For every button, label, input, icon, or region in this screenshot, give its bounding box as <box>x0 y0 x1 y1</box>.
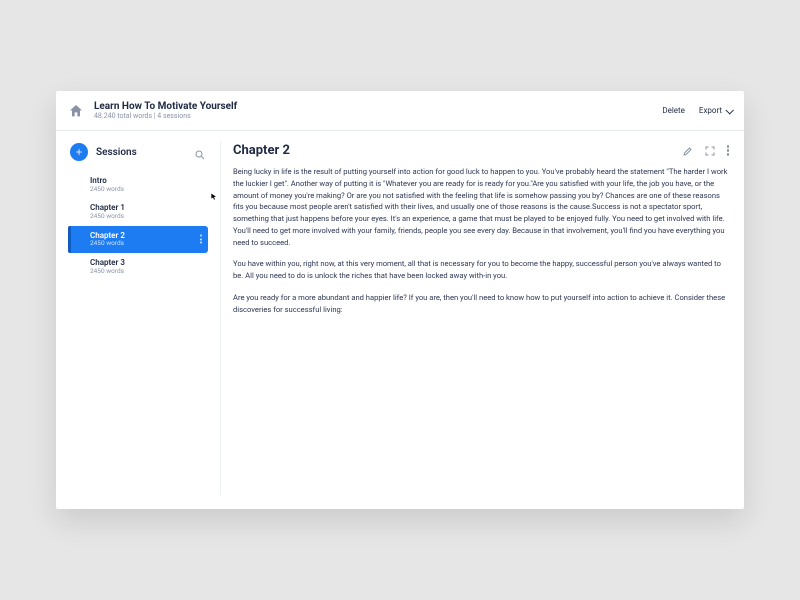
add-session-button[interactable] <box>70 143 88 161</box>
delete-label: Delete <box>662 106 685 115</box>
sidebar: Sessions Intro 2450 words Chapter 1 2450… <box>68 141 208 495</box>
paragraph: Are you ready for a more abundant and ha… <box>233 292 732 316</box>
session-list: Intro 2450 words Chapter 1 2450 words Ch… <box>68 171 208 281</box>
sidebar-item-chapter-1[interactable]: Chapter 1 2450 words <box>68 198 208 225</box>
app-window: Learn How To Motivate Yourself 48.240 to… <box>56 91 744 509</box>
sidebar-head: Sessions <box>68 141 208 171</box>
sidebar-item-intro[interactable]: Intro 2450 words <box>68 171 208 198</box>
session-sub: 2450 words <box>90 186 200 194</box>
expand-icon[interactable] <box>704 145 716 157</box>
drag-handle-icon[interactable] <box>200 235 202 244</box>
export-button[interactable]: Export <box>699 106 732 115</box>
sidebar-item-chapter-3[interactable]: Chapter 3 2450 words <box>68 253 208 280</box>
session-sub: 2450 words <box>90 213 200 221</box>
main: Chapter 2 Being lucky in life is the res… <box>233 141 732 495</box>
sessions-heading: Sessions <box>96 147 186 158</box>
home-icon[interactable] <box>68 103 84 119</box>
content-body: Being lucky in life is the result of put… <box>233 166 732 495</box>
more-menu-icon[interactable] <box>726 144 731 157</box>
main-head: Chapter 2 <box>233 141 732 166</box>
header: Learn How To Motivate Yourself 48.240 to… <box>56 91 744 131</box>
body: Sessions Intro 2450 words Chapter 1 2450… <box>56 131 744 509</box>
project-title-block: Learn How To Motivate Yourself 48.240 to… <box>94 101 237 121</box>
project-subtitle: 48.240 total words | 4 sessions <box>94 112 237 120</box>
vertical-divider <box>220 141 221 495</box>
delete-button[interactable]: Delete <box>662 106 685 115</box>
paragraph: Being lucky in life is the result of put… <box>233 166 732 248</box>
project-title: Learn How To Motivate Yourself <box>94 101 237 113</box>
paragraph: You have within you, right now, at this … <box>233 258 732 282</box>
chapter-title: Chapter 2 <box>233 143 672 158</box>
session-sub: 2450 words <box>90 268 200 276</box>
session-sub: 2450 words <box>90 240 200 248</box>
cursor-icon <box>210 193 218 201</box>
export-label: Export <box>699 106 722 115</box>
search-icon[interactable] <box>194 146 206 158</box>
edit-icon[interactable] <box>682 145 694 157</box>
sidebar-item-chapter-2[interactable]: Chapter 2 2450 words <box>68 226 208 253</box>
chevron-down-icon <box>725 106 733 114</box>
plus-icon <box>74 147 84 157</box>
